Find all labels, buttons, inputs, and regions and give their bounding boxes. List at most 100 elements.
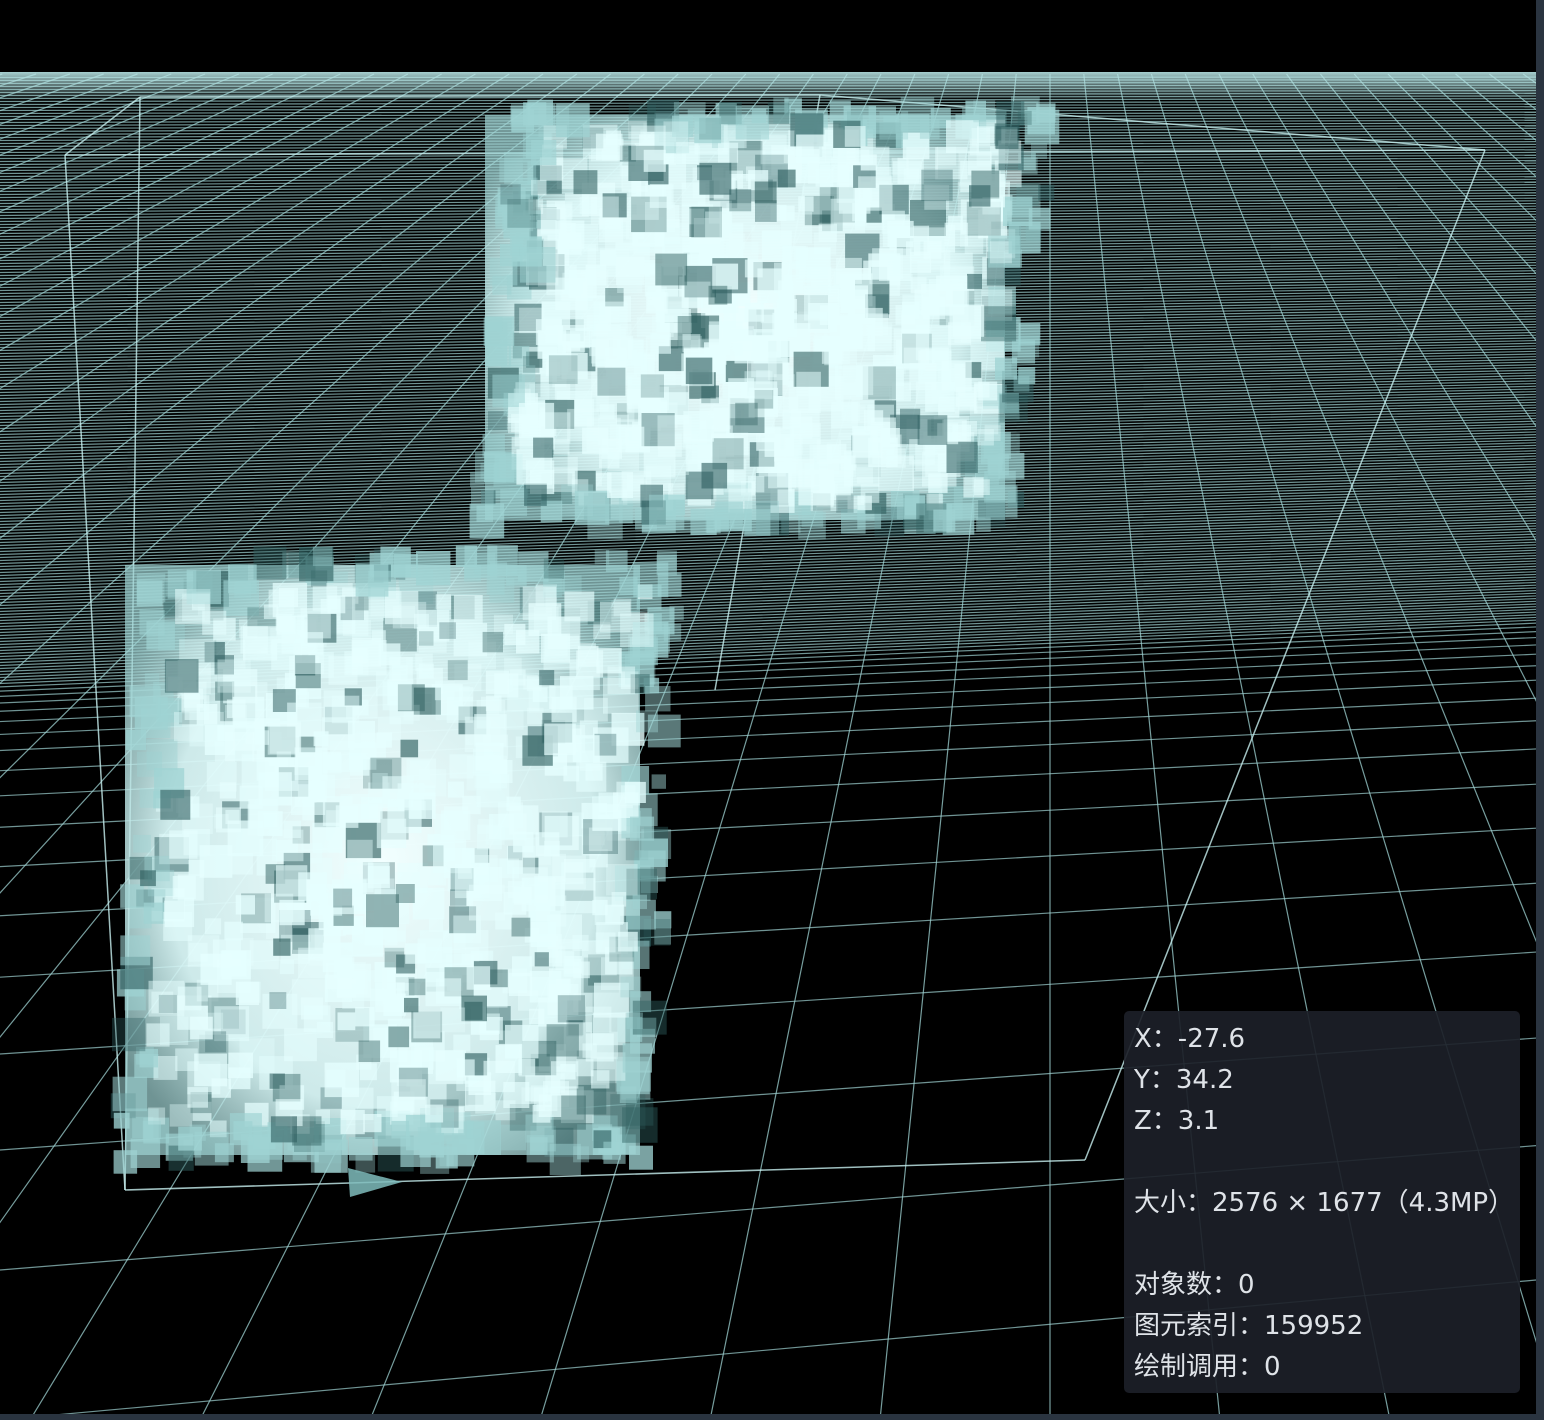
voxel (915, 381, 939, 404)
voxel (529, 1008, 545, 1024)
voxel (333, 888, 353, 908)
voxel (504, 623, 526, 645)
voxel (511, 917, 531, 937)
voxel (902, 301, 920, 320)
voxel (773, 374, 795, 395)
voxel (509, 805, 539, 835)
voxel (586, 1006, 612, 1032)
voxel (435, 978, 462, 1004)
voxel (735, 402, 758, 426)
voxel (205, 918, 222, 935)
voxel (253, 546, 287, 580)
voxel (382, 776, 414, 808)
3d-viewport[interactable]: X：-27.6 Y：34.2 Z：3.1 大小：2576 × 1677（4.3M… (0, 0, 1544, 1420)
voxel (712, 263, 739, 290)
voxel (603, 1141, 626, 1164)
voxel (572, 735, 600, 762)
voxel (235, 895, 255, 915)
voxel (492, 374, 525, 408)
voxel (779, 205, 795, 221)
voxel (596, 324, 632, 360)
voxel (683, 420, 707, 444)
voxel (636, 316, 658, 338)
voxel (360, 1063, 377, 1081)
voxel (456, 1059, 475, 1078)
voxel (649, 494, 685, 530)
voxel (471, 487, 494, 510)
voxel (640, 374, 664, 398)
voxel (551, 697, 577, 723)
voxel (279, 899, 305, 926)
voxel (815, 168, 834, 187)
voxel (755, 200, 777, 222)
voxel (337, 1012, 356, 1031)
voxel (283, 820, 301, 838)
voxel (928, 473, 948, 493)
voxel (489, 257, 518, 286)
voxel (772, 312, 798, 338)
voxel (182, 593, 210, 622)
voxel (465, 946, 480, 962)
voxel (136, 573, 166, 603)
voxel (921, 169, 953, 202)
voxel (900, 408, 921, 429)
voxel (628, 189, 659, 220)
voxel (124, 989, 146, 1011)
voxel (391, 1079, 426, 1114)
voxel (682, 334, 701, 352)
voxel (591, 1070, 610, 1089)
voxel (239, 785, 263, 809)
voxel (735, 106, 770, 140)
voxel (327, 595, 346, 614)
voxel (981, 306, 1017, 342)
viewport-info-panel: X：-27.6 Y：34.2 Z：3.1 大小：2576 × 1677（4.3M… (1124, 1011, 1520, 1393)
voxel (139, 609, 165, 636)
voxel (967, 273, 982, 289)
voxel (133, 834, 151, 853)
voxel (224, 921, 243, 941)
voxel (576, 761, 607, 792)
voxel (844, 126, 866, 147)
voxel (973, 100, 996, 123)
voxel (645, 686, 671, 712)
voxel (858, 176, 893, 211)
voxel (860, 154, 877, 171)
voxel (464, 1001, 483, 1020)
voxel (112, 1017, 146, 1052)
voxel (694, 116, 722, 144)
voxel (529, 970, 562, 1003)
voxel (879, 110, 909, 140)
voxel (974, 479, 990, 495)
image-size: 大小：2576 × 1677（4.3MP） (1134, 1188, 1515, 1218)
voxel (599, 404, 615, 420)
voxel (404, 997, 419, 1013)
voxel (798, 469, 835, 506)
voxel (509, 669, 526, 686)
voxel (120, 935, 151, 966)
voxel (500, 489, 528, 517)
voxel (488, 343, 512, 367)
voxel (148, 980, 185, 1017)
voxel (349, 1137, 373, 1161)
voxel (272, 1073, 301, 1102)
voxel (944, 222, 969, 247)
voxel (543, 558, 565, 579)
voxel (533, 437, 554, 458)
voxel (303, 1005, 331, 1032)
voxel (538, 1094, 562, 1117)
voxel (358, 1040, 381, 1062)
voxel (519, 247, 556, 283)
voxel (331, 695, 360, 724)
voxel (187, 1087, 208, 1108)
voxel (429, 918, 444, 933)
voxel (455, 545, 478, 567)
voxel (836, 383, 861, 408)
x-coordinate: X：-27.6 (1134, 1024, 1246, 1054)
voxel (699, 162, 732, 195)
voxel (796, 371, 821, 397)
voxel (910, 251, 932, 273)
voxel (535, 832, 560, 857)
voxel (454, 863, 490, 899)
voxel (474, 553, 496, 575)
voxel (308, 928, 341, 961)
